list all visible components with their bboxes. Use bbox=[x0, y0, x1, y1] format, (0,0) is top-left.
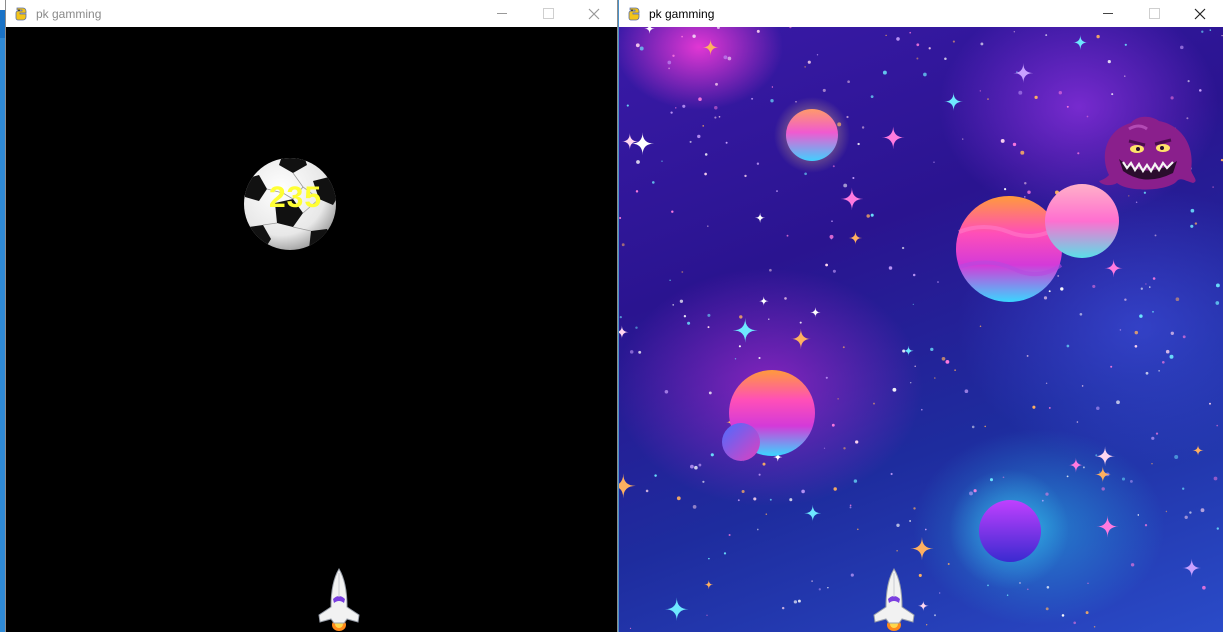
game-canvas[interactable]: 235 bbox=[6, 27, 617, 632]
title-bar[interactable]: pk gamming bbox=[619, 0, 1223, 27]
maximize-icon bbox=[1148, 8, 1160, 19]
pygame-snake-icon bbox=[13, 6, 29, 22]
game-window-left[interactable]: pk gamming 235 bbox=[6, 0, 617, 632]
close-icon bbox=[588, 8, 600, 19]
score-text: 235 bbox=[269, 181, 323, 214]
window-title: pk gamming bbox=[36, 6, 102, 21]
minimize-icon bbox=[1103, 13, 1113, 14]
minimize-button[interactable] bbox=[479, 0, 525, 27]
window-controls bbox=[479, 0, 617, 27]
game-canvas[interactable] bbox=[619, 27, 1223, 632]
window-title: pk gamming bbox=[649, 6, 715, 21]
pygame-snake-icon bbox=[626, 6, 642, 22]
spaceship-sprite bbox=[873, 568, 915, 631]
minimize-icon bbox=[497, 13, 507, 14]
spaceship-sprite bbox=[318, 568, 360, 631]
minimize-button[interactable] bbox=[1085, 0, 1131, 27]
title-bar[interactable]: pk gamming bbox=[6, 0, 617, 27]
alien-monster-sprite bbox=[1099, 116, 1196, 190]
close-button[interactable] bbox=[571, 0, 617, 27]
game-window-right[interactable]: pk gamming bbox=[619, 0, 1223, 632]
window-controls bbox=[1085, 0, 1223, 27]
maximize-button[interactable] bbox=[1131, 0, 1177, 27]
maximize-icon bbox=[542, 8, 554, 19]
close-button[interactable] bbox=[1177, 0, 1223, 27]
maximize-button[interactable] bbox=[525, 0, 571, 27]
close-icon bbox=[1194, 8, 1206, 19]
